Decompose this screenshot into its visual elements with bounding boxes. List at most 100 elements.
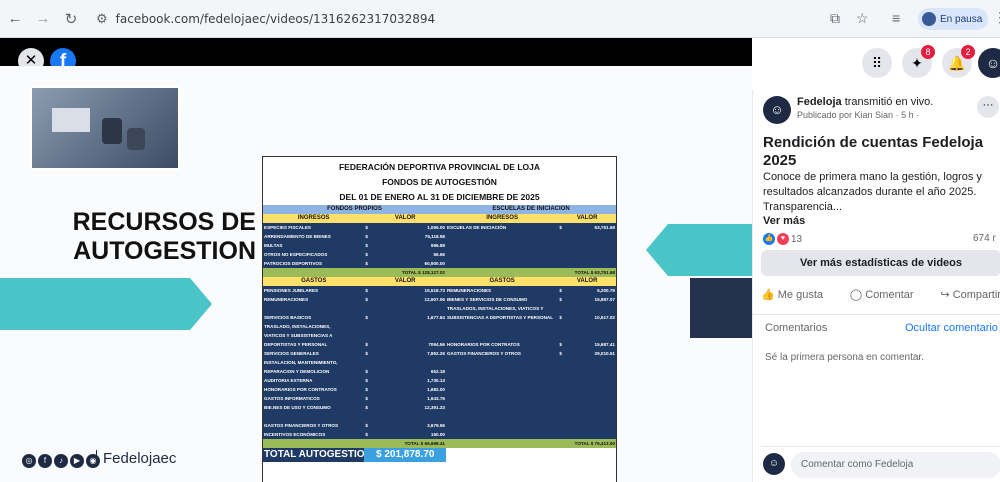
table-cell: $15,687.41: [559, 342, 615, 347]
table-row: SERVICIOS GENERALES $7,862.26 GASTOS FINAN…: [263, 349, 616, 358]
table-row: HONORARIOS POR CONTRATOS $1,682.00: [263, 385, 616, 394]
table-cell: BIE.NES DE USO Y CONSUMO: [264, 405, 331, 410]
table-cell: [446, 241, 558, 250]
video-description: Conoce de primera mano la gestión, logro…: [763, 171, 982, 213]
video-player[interactable]: ✕ f REDE RECURSOS DE AUTOGESTION FEDERAC…: [0, 38, 752, 482]
post-meta: Publicado por Kian Sian · 5 h ·: [797, 110, 920, 120]
url-text[interactable]: facebook.com/fedelojaec/videos/131626231…: [116, 12, 436, 26]
income-total-row: TOTAL $ 128,127.02 TOTAL $ 63,751.68: [263, 268, 616, 277]
video-stats-button[interactable]: Ver más estadísticas de videos: [761, 250, 1000, 276]
section-header-row: FONDOS PROPIOS ESCUELAS DE INICIACIÓN: [263, 205, 616, 214]
table-row: REMUNERACIONES $12,607.06 BIENES Y SERVICI…: [263, 295, 616, 304]
table-row: ESPECIES FISCALES $1,055.00 ESCUELAS DE IN…: [263, 223, 616, 232]
comment-input[interactable]: Comentar como Fedeloja: [791, 452, 1000, 478]
table-row: DEPORTISTAS Y PERSONAL $7094.56 HONORARIOS…: [263, 340, 616, 349]
translate-icon[interactable]: ⧉: [830, 10, 840, 27]
table-cell: ARRENDAMIENTO DE BIENES: [264, 234, 331, 239]
table-cell: $7,862.26: [365, 351, 445, 356]
hide-comments-link[interactable]: Ocultar comentario: [905, 322, 998, 334]
grand-total-row: TOTAL AUTOGESTION $ 201,878.70: [263, 448, 616, 462]
presentation-slide: REDE RECURSOS DE AUTOGESTION FEDERACIÓN …: [0, 66, 752, 482]
table-cell: [446, 385, 558, 394]
table-row: PENSIONES JUBILARES $15,518.73 REMUNERACIO…: [263, 286, 616, 295]
table-cell: SUBSISTENCIAS A DEPORTISTAS Y PERSONAL: [446, 315, 554, 320]
post-actions: 👍 Me gusta ◯ Comentar ↪ Compartir: [761, 282, 1000, 306]
table-row: MULTAS $996.88: [263, 241, 616, 250]
page-avatar[interactable]: ☺: [763, 96, 791, 124]
youtube-icon: ▶: [70, 454, 84, 468]
table-cell: GASTOS FINANCIEROS Y OTROS: [264, 423, 339, 428]
back-icon[interactable]: ←: [6, 10, 24, 27]
comments-label: Comentarios: [765, 322, 828, 334]
table-cell: $15,518.73: [365, 288, 445, 293]
table-cell: [558, 241, 616, 250]
table-cell: [364, 322, 446, 331]
view-count: 674 r: [973, 233, 996, 244]
table-row: REPARACION Y DEMOLICION $652.18: [263, 367, 616, 376]
profile-paused-chip[interactable]: En pausa: [918, 8, 988, 30]
table-cell: [446, 430, 558, 439]
tab-search-icon[interactable]: ≡: [892, 10, 900, 26]
address-bar[interactable]: ⚙ facebook.com/fedelojaec/videos/1316262…: [92, 6, 862, 32]
table-heading: FEDERACIÓN DEPORTIVA PROVINCIAL DE LOJA …: [338, 162, 541, 202]
table-cell: [558, 403, 616, 412]
site-info-icon[interactable]: ⚙: [96, 11, 108, 27]
table-cell: DEPORTISTAS Y PERSONAL: [264, 342, 328, 347]
table-cell: [558, 367, 616, 376]
table-cell: $12,607.06: [365, 297, 445, 302]
table-cell: ESCUELAS DE INICIACIÓN: [446, 225, 507, 230]
see-more-link[interactable]: Ver más: [763, 215, 805, 227]
table-cell: [263, 304, 364, 313]
table-row: AUDITORIA EXTERNA $1,730.13: [263, 376, 616, 385]
table-cell: $996.88: [365, 243, 445, 248]
comments-header: Comentarios Ocultar comentario: [753, 314, 1000, 334]
comment-button[interactable]: ◯ Comentar: [850, 288, 914, 301]
browser-toolbar: ← → ↻ ⚙ facebook.com/fedelojaec/videos/1…: [0, 0, 1000, 38]
table-cell: [364, 331, 446, 340]
like-reaction-icon: 👍: [763, 233, 775, 245]
account-avatar[interactable]: ☺: [978, 48, 1000, 78]
table-cell: $60,900.00: [365, 261, 445, 266]
like-button[interactable]: 👍 Me gusta: [761, 288, 823, 301]
forward-icon[interactable]: →: [34, 10, 52, 27]
post-author-line: Fedeloja transmitió en vivo.: [797, 96, 934, 108]
table-cell: VIATICOS Y SUBSISTENCIAS A: [264, 333, 333, 338]
star-icon[interactable]: ☆: [856, 10, 869, 27]
reactions-summary[interactable]: 👍 ♥ 13: [763, 233, 802, 245]
table-cell: [558, 430, 616, 439]
share-button[interactable]: ↪ Compartir: [940, 288, 1000, 301]
table-cell: PENSIONES JUBILARES: [264, 288, 319, 293]
table-cell: $150.00: [365, 432, 445, 437]
table-cell: [558, 358, 616, 367]
messenger-icon[interactable]: ✦ 8: [902, 45, 935, 78]
comment-icon: ◯: [849, 288, 863, 301]
browser-menu-icon[interactable]: ⋮: [993, 9, 1000, 26]
table-cell: MULTAS: [264, 243, 283, 248]
table-cell: [446, 367, 558, 376]
table-cell: [558, 250, 616, 259]
table-cell: REPARACION Y DEMOLICION: [264, 369, 330, 374]
table-cell: HONORARIOS POR CONTRATOS: [446, 342, 520, 347]
more-options-icon[interactable]: ···: [977, 96, 999, 118]
table-cell: $12,391.33: [365, 405, 445, 410]
table-row: OTROS NO ESPECIFICADOS $56.56: [263, 250, 616, 259]
notifications-icon[interactable]: 🔔 2: [942, 45, 975, 78]
table-cell: $56.56: [365, 252, 445, 257]
social-handle: Fedelojaec: [96, 450, 176, 467]
instagram-icon: ◎: [22, 454, 36, 468]
table-cell: HONORARIOS POR CONTRATOS: [264, 387, 337, 392]
table-row: INSTALACION, MANTENIMIENTO,: [263, 358, 616, 367]
video-title: Rendición de cuentas Fedeloja 2025: [763, 134, 984, 169]
table-cell: $1,682.00: [365, 387, 445, 392]
table-cell: INCENTIVOS ECONÓMICOS: [264, 432, 326, 437]
event-photo: [30, 86, 180, 170]
table-cell: $63,751.68: [559, 225, 615, 230]
commenter-avatar: ☺: [763, 453, 785, 475]
page-name[interactable]: Fedeloja: [797, 96, 842, 108]
reload-icon[interactable]: ↻: [62, 10, 80, 28]
table-cell: REMUNERACIONES: [446, 288, 492, 293]
menu-grid-icon[interactable]: ⠿: [862, 48, 892, 78]
table-cell: $1,643.76: [365, 396, 445, 401]
table-row: ARRENDAMIENTO DE BIENES $75,118.58: [263, 232, 616, 241]
expense-header-row: GASTOS VALOR GASTOS VALOR: [263, 277, 616, 286]
